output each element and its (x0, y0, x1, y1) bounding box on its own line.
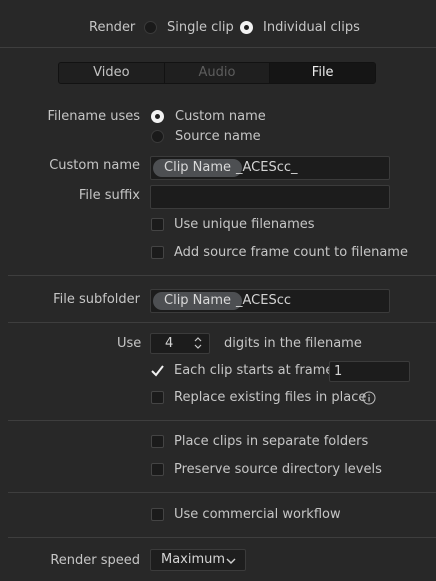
source-name-radio[interactable] (151, 130, 164, 143)
unique-filenames-checkbox[interactable] (151, 218, 164, 231)
preserve-directory-label[interactable]: Preserve source directory levels (174, 462, 382, 478)
file-subfolder-label: File subfolder (53, 292, 140, 307)
separator (0, 47, 436, 48)
source-frame-count-label[interactable]: Add source frame count to filename (174, 245, 408, 261)
info-icon[interactable] (362, 391, 376, 405)
start-frame-value: 1 (334, 364, 343, 379)
separator (8, 537, 436, 538)
separator (8, 275, 436, 276)
start-frame-field[interactable]: 1 (329, 361, 410, 382)
file-subfolder-field[interactable]: Clip Name _ACEScc (150, 289, 390, 313)
source-name-radio-label[interactable]: Source name (175, 129, 261, 145)
single-clip-label[interactable]: Single clip (167, 20, 234, 36)
digits-stepper[interactable]: 4 (150, 333, 210, 354)
custom-name-label: Custom name (49, 158, 140, 173)
single-clip-radio[interactable] (144, 21, 157, 34)
digits-suffix-label: digits in the filename (224, 336, 362, 351)
each-clip-label[interactable]: Each clip starts at frame (174, 363, 333, 379)
tab-file[interactable]: File (270, 63, 375, 83)
separator (8, 492, 436, 493)
unique-filenames-label[interactable]: Use unique filenames (174, 217, 315, 233)
stepper-arrows-icon[interactable] (193, 335, 203, 351)
clip-name-token[interactable]: Clip Name (153, 159, 243, 177)
render-speed-label: Render speed (50, 553, 140, 568)
file-suffix-field[interactable] (150, 185, 390, 209)
checkmark-icon (151, 365, 164, 377)
separator (8, 420, 436, 421)
custom-name-text: _ACEScc_ (236, 160, 298, 175)
replace-files-checkbox[interactable] (151, 391, 164, 404)
clip-name-token[interactable]: Clip Name (153, 292, 243, 310)
commercial-workflow-label[interactable]: Use commercial workflow (174, 507, 341, 523)
output-tabs: Video Audio File (58, 62, 376, 84)
commercial-workflow-checkbox[interactable] (151, 508, 164, 521)
individual-clips-label[interactable]: Individual clips (263, 20, 360, 36)
each-clip-checkbox[interactable] (151, 364, 164, 377)
filename-uses-label: Filename uses (47, 109, 140, 124)
use-label: Use (117, 336, 142, 351)
file-suffix-label: File suffix (78, 188, 140, 203)
separate-folders-checkbox[interactable] (151, 435, 164, 448)
render-speed-value: Maximum (161, 552, 226, 567)
replace-files-label[interactable]: Replace existing files in place (174, 390, 366, 406)
custom-name-field[interactable]: Clip Name _ACEScc_ (150, 156, 390, 180)
digits-value: 4 (165, 336, 174, 351)
render-label: Render (89, 20, 136, 35)
separator (8, 322, 436, 323)
custom-name-radio[interactable] (151, 110, 164, 123)
tab-audio: Audio (165, 63, 271, 83)
source-frame-count-checkbox[interactable] (151, 246, 164, 259)
individual-clips-radio[interactable] (240, 21, 253, 34)
render-speed-select[interactable]: Maximum (150, 549, 246, 571)
chevron-down-icon (226, 558, 236, 564)
preserve-directory-checkbox[interactable] (151, 463, 164, 476)
separate-folders-label[interactable]: Place clips in separate folders (174, 434, 368, 450)
custom-name-radio-label[interactable]: Custom name (175, 109, 266, 125)
tab-video[interactable]: Video (59, 63, 165, 83)
file-subfolder-text: _ACEScc (236, 293, 292, 308)
